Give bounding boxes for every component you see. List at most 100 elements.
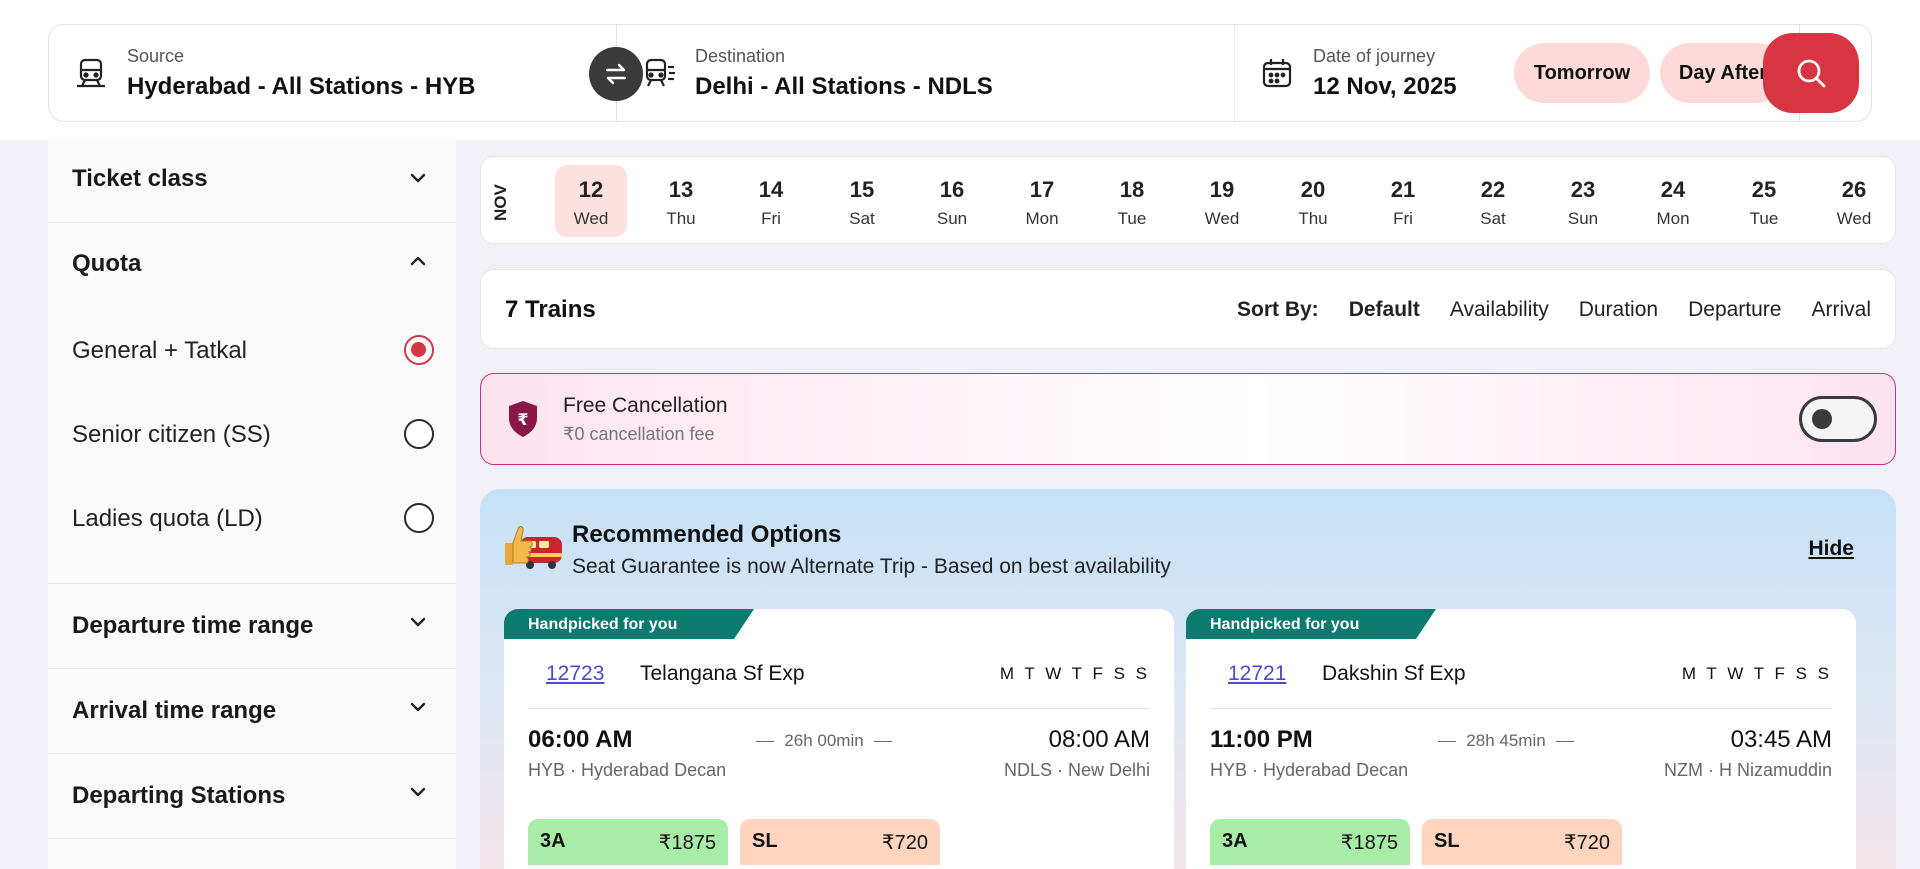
- quota-option-general-tatkal[interactable]: General + Tatkal: [72, 329, 434, 369]
- date-option-19[interactable]: 19 Wed: [1186, 165, 1258, 237]
- sort-default[interactable]: Default: [1349, 298, 1420, 322]
- date-number: 26: [1841, 177, 1867, 202]
- chevron-down-icon[interactable]: [408, 168, 428, 188]
- sort-duration[interactable]: Duration: [1579, 298, 1658, 322]
- calendar-icon: [1262, 59, 1292, 88]
- hide-link[interactable]: Hide: [1808, 537, 1854, 561]
- weekday-name: Tue: [1117, 209, 1147, 228]
- date-option-13[interactable]: 13 Thu: [645, 165, 717, 237]
- destination-field[interactable]: Destination Delhi - All Stations - NDLS: [617, 25, 1235, 121]
- train-icon: [77, 58, 105, 88]
- filter-arrival-title: Arrival time range: [72, 697, 277, 724]
- rupee-shield-icon: ₹: [509, 401, 537, 437]
- radio-unselected[interactable]: [404, 419, 434, 449]
- train-number-link[interactable]: 12721: [1228, 662, 1286, 686]
- departure-station: HYB · Hyderabad Decan: [528, 760, 727, 780]
- search-icon: [1797, 59, 1826, 88]
- sort-availability[interactable]: Availability: [1450, 298, 1549, 322]
- fare-class-card[interactable]: SL ₹720: [1422, 819, 1622, 865]
- chevron-down-icon[interactable]: [408, 612, 428, 632]
- recommended-title: Recommended Options: [572, 521, 842, 548]
- filter-quota: Quota General + Tatkal Senior citizen (S…: [48, 223, 456, 584]
- search-button[interactable]: [1763, 33, 1859, 113]
- fare-class-card[interactable]: SL ₹720: [740, 819, 940, 865]
- sort-arrival[interactable]: Arrival: [1811, 298, 1871, 322]
- destination-value[interactable]: Delhi - All Stations - NDLS: [695, 73, 993, 101]
- cancellation-subtitle: ₹0 cancellation fee: [563, 424, 715, 444]
- train-card[interactable]: Handpicked for you 12721 Dakshin Sf Exp …: [1186, 609, 1856, 869]
- date-option-23[interactable]: 23 Sun: [1547, 165, 1619, 237]
- date-number: 16: [939, 177, 965, 202]
- sort-options: Sort By: Default Availability Duration D…: [1237, 298, 1895, 322]
- weekday-name: Tue: [1749, 209, 1779, 228]
- chevron-down-icon[interactable]: [408, 782, 428, 802]
- fare-class-card[interactable]: 3A ₹1875: [528, 819, 728, 865]
- filter-departure-time[interactable]: Departure time range: [48, 584, 456, 669]
- date-number: 12: [578, 177, 604, 202]
- departure-time: 11:00 PM: [1210, 726, 1313, 753]
- radio-selected[interactable]: [404, 335, 434, 365]
- svg-text:₹: ₹: [517, 410, 528, 429]
- date-strip: NOV 12 Wed 13 Thu 14 Fri 15 Sat 16 Sun 17 Mon 18 Tue 1…: [480, 156, 1896, 244]
- date-option-17[interactable]: 17 Mon: [1006, 165, 1078, 237]
- free-cancellation-toggle[interactable]: [1799, 396, 1877, 442]
- quota-option-label: Ladies quota (LD): [72, 505, 263, 532]
- fare-class: 3A: [540, 830, 566, 852]
- date-option-21[interactable]: 21 Fri: [1367, 165, 1439, 237]
- weekday-name: Wed: [1836, 209, 1872, 228]
- weekday-name: Mon: [1656, 209, 1690, 228]
- fare-class-card[interactable]: 3A ₹1875: [1210, 819, 1410, 865]
- train-number-link[interactable]: 12723: [546, 662, 604, 686]
- date-number: 25: [1751, 177, 1777, 202]
- date-option-12[interactable]: 12 Wed: [555, 165, 627, 237]
- running-days: M T W T F S S: [999, 664, 1150, 683]
- sort-departure[interactable]: Departure: [1688, 298, 1781, 322]
- weekday-name: Sat: [849, 209, 875, 228]
- date-option-15[interactable]: 15 Sat: [826, 165, 898, 237]
- date-number: 17: [1029, 177, 1055, 202]
- quota-option-senior-citizen[interactable]: Senior citizen (SS): [72, 413, 434, 453]
- source-field[interactable]: Source Hyderabad - All Stations - HYB: [49, 25, 617, 121]
- sort-label: Sort By:: [1237, 298, 1319, 321]
- train-card[interactable]: Handpicked for you 12723 Telangana Sf Ex…: [504, 609, 1174, 869]
- destination-label: Destination: [695, 46, 786, 66]
- journey-duration: 26h 00min: [744, 731, 904, 751]
- filter-arrival-time[interactable]: Arrival time range: [48, 669, 456, 754]
- swap-stations-button[interactable]: [589, 47, 643, 101]
- filter-ticket-class[interactable]: Ticket class: [48, 140, 456, 223]
- filter-departing-stations[interactable]: Departing Stations: [48, 754, 456, 839]
- source-value[interactable]: Hyderabad - All Stations - HYB: [127, 73, 476, 101]
- date-option-22[interactable]: 22 Sat: [1457, 165, 1529, 237]
- date-field[interactable]: Date of journey 12 Nov, 2025 Tomorrow Da…: [1235, 25, 1800, 121]
- running-days: M T W T F S S: [1681, 664, 1832, 683]
- fare-class: SL: [752, 830, 778, 852]
- date-option-14[interactable]: 14 Fri: [735, 165, 807, 237]
- date-number: 22: [1480, 177, 1506, 202]
- search-header: Source Hyderabad - All Stations - HYB De…: [0, 0, 1920, 140]
- arrival-time: 03:45 AM: [1730, 726, 1832, 753]
- filter-departure-title: Departure time range: [72, 612, 314, 639]
- chevron-up-icon[interactable]: [408, 251, 428, 271]
- date-label: Date of journey: [1313, 46, 1436, 66]
- quota-option-ladies[interactable]: Ladies quota (LD): [72, 497, 434, 537]
- radio-unselected[interactable]: [404, 503, 434, 533]
- quota-option-label: General + Tatkal: [72, 337, 247, 364]
- date-option-25[interactable]: 25 Tue: [1728, 165, 1800, 237]
- date-value[interactable]: 12 Nov, 2025: [1313, 73, 1457, 101]
- divider: [528, 708, 1150, 709]
- date-option-16[interactable]: 16 Sun: [916, 165, 988, 237]
- recommended-subtitle: Seat Guarantee is now Alternate Trip - B…: [572, 555, 1171, 578]
- weekday-name: Sun: [936, 209, 968, 228]
- date-option-18[interactable]: 18 Tue: [1096, 165, 1168, 237]
- date-option-20[interactable]: 20 Thu: [1277, 165, 1349, 237]
- handpicked-tag: Handpicked for you: [504, 609, 754, 639]
- tomorrow-button[interactable]: Tomorrow: [1514, 43, 1650, 103]
- date-option-26[interactable]: 26 Wed: [1818, 165, 1890, 237]
- date-option-24[interactable]: 24 Mon: [1637, 165, 1709, 237]
- chevron-down-icon[interactable]: [408, 697, 428, 717]
- train-count: 7 Trains: [505, 296, 596, 323]
- fare-price: ₹1875: [1340, 832, 1398, 854]
- divider: [1210, 708, 1832, 709]
- date-number: 15: [849, 177, 875, 202]
- fare-price: ₹720: [881, 832, 928, 854]
